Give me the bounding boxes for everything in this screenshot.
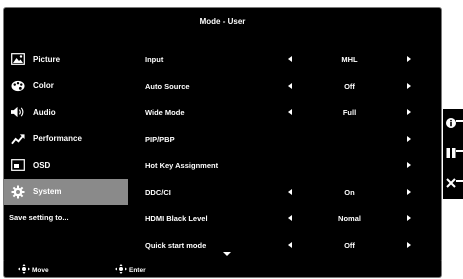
right-arrow-icon[interactable] [407,215,411,221]
hotkey-panel [443,109,463,199]
monitor-icon [11,158,25,172]
info-button[interactable] [443,109,463,139]
menu-item-label: OSD [33,160,51,170]
setting-label: Auto Source [145,81,190,91]
trend-up-icon [11,132,25,146]
pause-icon [446,145,456,163]
menu-item-label: Performance [33,134,82,144]
osd-menu: Mode - User Picture Color Audio Performa… [3,7,442,263]
setting-label: Input [145,55,164,64]
close-button[interactable] [443,169,463,199]
setting-value: On [344,187,355,197]
button-connector [456,120,463,122]
right-arrow-icon[interactable] [407,188,411,195]
left-arrow-icon[interactable] [288,109,292,115]
info-icon [446,115,456,133]
joystick-enter-icon [115,264,127,276]
setting-label: PIP/PBP [145,134,175,144]
menu-item-picture[interactable]: Picture [4,46,128,73]
setting-row-wide-mode[interactable]: Wide Mode Full [142,99,432,126]
left-arrow-icon[interactable] [288,215,292,221]
setting-row-ddc-ci[interactable]: DDC/CI On [142,179,432,206]
joystick-move-icon [18,264,30,276]
enter-hint: Enter [115,264,146,276]
button-connector [456,150,463,152]
save-setting-item[interactable]: Save setting to... [9,213,69,222]
setting-row-hot-key-assignment[interactable]: Hot Key Assignment [142,152,432,179]
menu-item-color[interactable]: Color [4,73,128,100]
scroll-down-icon[interactable] [223,252,231,256]
setting-row-auto-source[interactable]: Auto Source Off [142,73,432,100]
right-arrow-icon[interactable] [407,82,411,89]
setting-label: Hot Key Assignment [145,161,219,170]
setting-row-quick-start-mode[interactable]: Quick start mode Off [142,232,432,259]
setting-value: Nomal [338,214,361,223]
main-menu: Picture Color Audio Performance OSD Syst… [4,46,128,205]
menu-item-performance[interactable]: Performance [4,126,128,153]
settings-list: Input MHL Auto Source Off Wide Mode Full… [142,46,432,258]
button-connector [456,180,463,182]
enter-label: Enter [129,266,146,274]
pause-button[interactable] [443,139,463,169]
setting-row-pip-pbp[interactable]: PIP/PBP [142,126,432,153]
setting-value: Off [344,240,355,250]
right-arrow-icon[interactable] [407,135,411,142]
menu-item-osd[interactable]: OSD [4,152,128,179]
speaker-icon [11,105,25,119]
menu-item-system[interactable]: System [4,178,128,205]
close-icon [446,175,456,193]
palette-icon [11,79,25,93]
gear-icon [11,185,25,199]
setting-label: DDC/CI [145,187,171,197]
setting-value: Off [344,81,355,91]
move-hint: Move [18,264,49,276]
setting-value: Full [342,108,357,117]
osd-title: Mode - User [199,17,246,26]
picture-icon [11,52,25,66]
right-arrow-icon[interactable] [407,162,411,168]
left-arrow-icon[interactable] [288,241,292,248]
setting-value: MHL [341,55,358,64]
setting-label: Wide Mode [145,108,185,117]
footer-hints: Move Enter [3,261,442,278]
menu-item-label: Audio [33,107,56,117]
right-arrow-icon[interactable] [407,56,411,62]
setting-row-hdmi-black-level[interactable]: HDMI Black Level Nomal [142,205,432,232]
menu-item-label: Picture [33,54,61,64]
setting-row-input[interactable]: Input MHL [142,46,432,73]
move-label: Move [32,266,49,274]
setting-label: HDMI Black Level [145,214,208,223]
setting-label: Quick start mode [145,240,207,250]
left-arrow-icon[interactable] [288,82,292,89]
menu-item-label: Color [33,81,54,91]
menu-item-audio[interactable]: Audio [4,99,128,126]
left-arrow-icon[interactable] [288,56,292,62]
left-arrow-icon[interactable] [288,188,292,195]
right-arrow-icon[interactable] [407,109,411,115]
right-arrow-icon[interactable] [407,241,411,248]
menu-item-label: System [33,187,62,197]
